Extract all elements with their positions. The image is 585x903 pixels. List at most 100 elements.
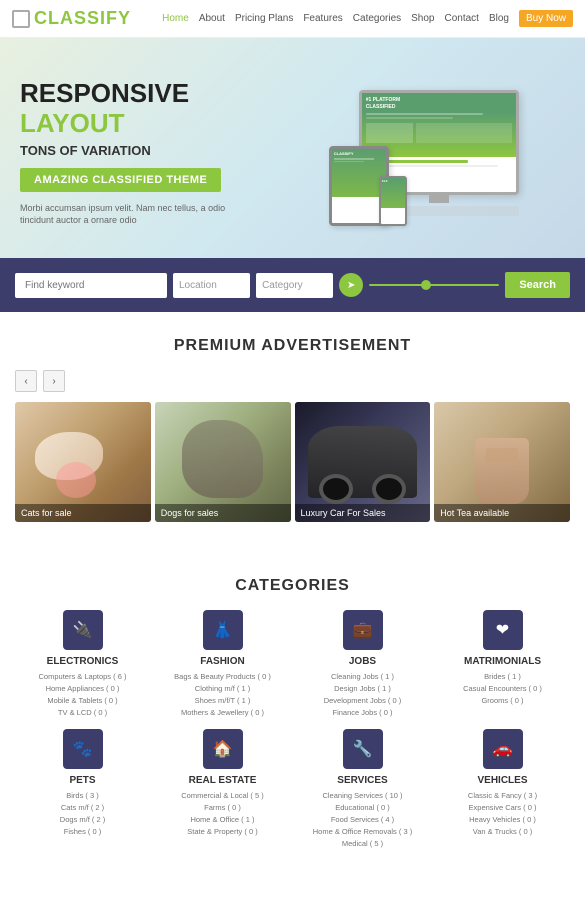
logo[interactable]: CLASSIFY	[12, 8, 131, 29]
price-range[interactable]	[369, 284, 499, 286]
nav-features[interactable]: Features	[303, 13, 342, 24]
real-estate-name: REAL ESTATE	[155, 775, 290, 786]
jobs-sub-2[interactable]: Development Jobs ( 0 )	[295, 695, 430, 707]
electronics-name: ELECTRONICS	[15, 656, 150, 667]
ad-tea[interactable]: Hot Tea available	[434, 402, 570, 522]
electronics-sub-1[interactable]: Home Appliances ( 0 )	[15, 683, 150, 695]
search-button[interactable]: Search	[505, 272, 570, 298]
fashion-sub-1[interactable]: Clothing m/f ( 1 )	[155, 683, 290, 695]
matrimonials-sub-0[interactable]: Brides ( 1 )	[435, 671, 570, 683]
range-handle[interactable]	[421, 280, 431, 290]
real-estate-sub-2[interactable]: Home & Office ( 1 )	[155, 814, 290, 826]
hero-title: RESPONSIVE LAYOUT	[20, 79, 293, 139]
logo-icon	[12, 10, 30, 28]
electronics-sub-2[interactable]: Mobile & Tablets ( 0 )	[15, 695, 150, 707]
category-pets: 🐾 PETS Birds ( 3 ) Cats m/f ( 2 ) Dogs m…	[15, 729, 150, 850]
category-select[interactable]: Category	[256, 273, 333, 298]
fashion-sub-2[interactable]: Shoes m/f/T ( 1 )	[155, 695, 290, 707]
hero-title-responsive: RESPONSIVE	[20, 78, 189, 108]
category-matrimonials: ❤ MATRIMONIALS Brides ( 1 ) Casual Encou…	[435, 610, 570, 719]
next-button[interactable]: ›	[43, 370, 65, 392]
jobs-sub-3[interactable]: Finance Jobs ( 0 )	[295, 707, 430, 719]
ad-cars[interactable]: Luxury Car For Sales	[295, 402, 431, 522]
matrimonials-icon[interactable]: ❤	[483, 610, 523, 650]
fashion-sub-3[interactable]: Mothers & Jewellery ( 0 )	[155, 707, 290, 719]
matrimonials-name: MATRIMONIALS	[435, 656, 570, 667]
ad-cars-label: Luxury Car For Sales	[295, 504, 431, 522]
vehicles-sub-3[interactable]: Van & Trucks ( 0 )	[435, 826, 570, 838]
hero-subtitle: TONS OF VARIATION	[20, 143, 293, 158]
fashion-subs: Bags & Beauty Products ( 0 ) Clothing m/…	[155, 671, 290, 719]
real-estate-icon[interactable]: 🏠	[203, 729, 243, 769]
pets-icon[interactable]: 🐾	[63, 729, 103, 769]
pets-subs: Birds ( 3 ) Cats m/f ( 2 ) Dogs m/f ( 2 …	[15, 790, 150, 838]
services-subs: Cleaning Services ( 10 ) Educational ( 0…	[295, 790, 430, 850]
hero-image: #1 PLATFORMCLASSIFIED CLASSIFY	[293, 90, 566, 216]
electronics-icon[interactable]: 🔌	[63, 610, 103, 650]
ads-grid: Cats for sale Dogs for sales Luxury Car …	[15, 402, 570, 522]
hero-badge: AMAZING CLASSIFIED THEME	[20, 168, 221, 192]
category-jobs: 💼 JOBS Cleaning Jobs ( 1 ) Design Jobs (…	[295, 610, 430, 719]
jobs-sub-1[interactable]: Design Jobs ( 1 )	[295, 683, 430, 695]
nav-contact[interactable]: Contact	[445, 13, 479, 24]
matrimonials-sub-1[interactable]: Casual Encounters ( 0 )	[435, 683, 570, 695]
ad-tea-label: Hot Tea available	[434, 504, 570, 522]
nav-home[interactable]: Home	[162, 13, 189, 24]
electronics-sub-0[interactable]: Computers & Laptops ( 6 )	[15, 671, 150, 683]
categories-section: CATEGORIES 🔌 ELECTRONICS Computers & Lap…	[0, 542, 585, 870]
ad-cats[interactable]: Cats for sale	[15, 402, 151, 522]
services-name: SERVICES	[295, 775, 430, 786]
pets-sub-3[interactable]: Fishes ( 0 )	[15, 826, 150, 838]
vehicles-icon[interactable]: 🚗	[483, 729, 523, 769]
nav-shop[interactable]: Shop	[411, 13, 434, 24]
jobs-icon[interactable]: 💼	[343, 610, 383, 650]
hero-desc: Morbi accumsan ipsum velit. Nam nec tell…	[20, 202, 240, 227]
vehicles-sub-2[interactable]: Heavy Vehicles ( 0 )	[435, 814, 570, 826]
premium-section: PREMIUM ADVERTISEMENT ‹ › Cats for sale …	[0, 312, 585, 542]
fashion-name: FASHION	[155, 656, 290, 667]
range-line	[369, 284, 499, 286]
hero-section: RESPONSIVE LAYOUT TONS OF VARIATION AMAZ…	[0, 38, 585, 258]
vehicles-name: VEHICLES	[435, 775, 570, 786]
prev-button[interactable]: ‹	[15, 370, 37, 392]
jobs-sub-0[interactable]: Cleaning Jobs ( 1 )	[295, 671, 430, 683]
services-icon[interactable]: 🔧	[343, 729, 383, 769]
hero-text: RESPONSIVE LAYOUT TONS OF VARIATION AMAZ…	[20, 79, 293, 227]
pets-sub-0[interactable]: Birds ( 3 )	[15, 790, 150, 802]
nav-categories[interactable]: Categories	[353, 13, 401, 24]
nav-buy-now[interactable]: Buy Now	[519, 10, 573, 27]
services-sub-4[interactable]: Medical ( 5 )	[295, 838, 430, 850]
nav-blog[interactable]: Blog	[489, 13, 509, 24]
real-estate-sub-3[interactable]: State & Property ( 0 )	[155, 826, 290, 838]
nav-pricing[interactable]: Pricing Plans	[235, 13, 293, 24]
real-estate-sub-0[interactable]: Commercial & Local ( 5 )	[155, 790, 290, 802]
logo-text: CLASSIFY	[34, 8, 131, 29]
category-real-estate: 🏠 REAL ESTATE Commercial & Local ( 5 ) F…	[155, 729, 290, 850]
fashion-icon[interactable]: 👗	[203, 610, 243, 650]
electronics-subs: Computers & Laptops ( 6 ) Home Appliance…	[15, 671, 150, 719]
electronics-sub-3[interactable]: TV & LCD ( 0 )	[15, 707, 150, 719]
category-electronics: 🔌 ELECTRONICS Computers & Laptops ( 6 ) …	[15, 610, 150, 719]
category-vehicles: 🚗 VEHICLES Classic & Fancy ( 3 ) Expensi…	[435, 729, 570, 850]
pets-sub-1[interactable]: Cats m/f ( 2 )	[15, 802, 150, 814]
services-sub-0[interactable]: Cleaning Services ( 10 )	[295, 790, 430, 802]
services-sub-3[interactable]: Home & Office Removals ( 3 )	[295, 826, 430, 838]
header: CLASSIFY Home About Pricing Plans Featur…	[0, 0, 585, 38]
real-estate-subs: Commercial & Local ( 5 ) Farms ( 0 ) Hom…	[155, 790, 290, 838]
pets-sub-2[interactable]: Dogs m/f ( 2 )	[15, 814, 150, 826]
real-estate-sub-1[interactable]: Farms ( 0 )	[155, 802, 290, 814]
arrow-icon[interactable]: ➤	[339, 273, 363, 297]
vehicles-sub-1[interactable]: Expensive Cars ( 0 )	[435, 802, 570, 814]
jobs-name: JOBS	[295, 656, 430, 667]
ad-dogs[interactable]: Dogs for sales	[155, 402, 291, 522]
location-select[interactable]: Location	[173, 273, 250, 298]
vehicles-sub-0[interactable]: Classic & Fancy ( 3 )	[435, 790, 570, 802]
keyword-input[interactable]	[15, 273, 167, 298]
services-sub-2[interactable]: Food Services ( 4 )	[295, 814, 430, 826]
services-sub-1[interactable]: Educational ( 0 )	[295, 802, 430, 814]
category-services: 🔧 SERVICES Cleaning Services ( 10 ) Educ…	[295, 729, 430, 850]
search-bar: Location Category ➤ Search	[0, 258, 585, 312]
nav-about[interactable]: About	[199, 13, 225, 24]
matrimonials-sub-2[interactable]: Grooms ( 0 )	[435, 695, 570, 707]
fashion-sub-0[interactable]: Bags & Beauty Products ( 0 )	[155, 671, 290, 683]
